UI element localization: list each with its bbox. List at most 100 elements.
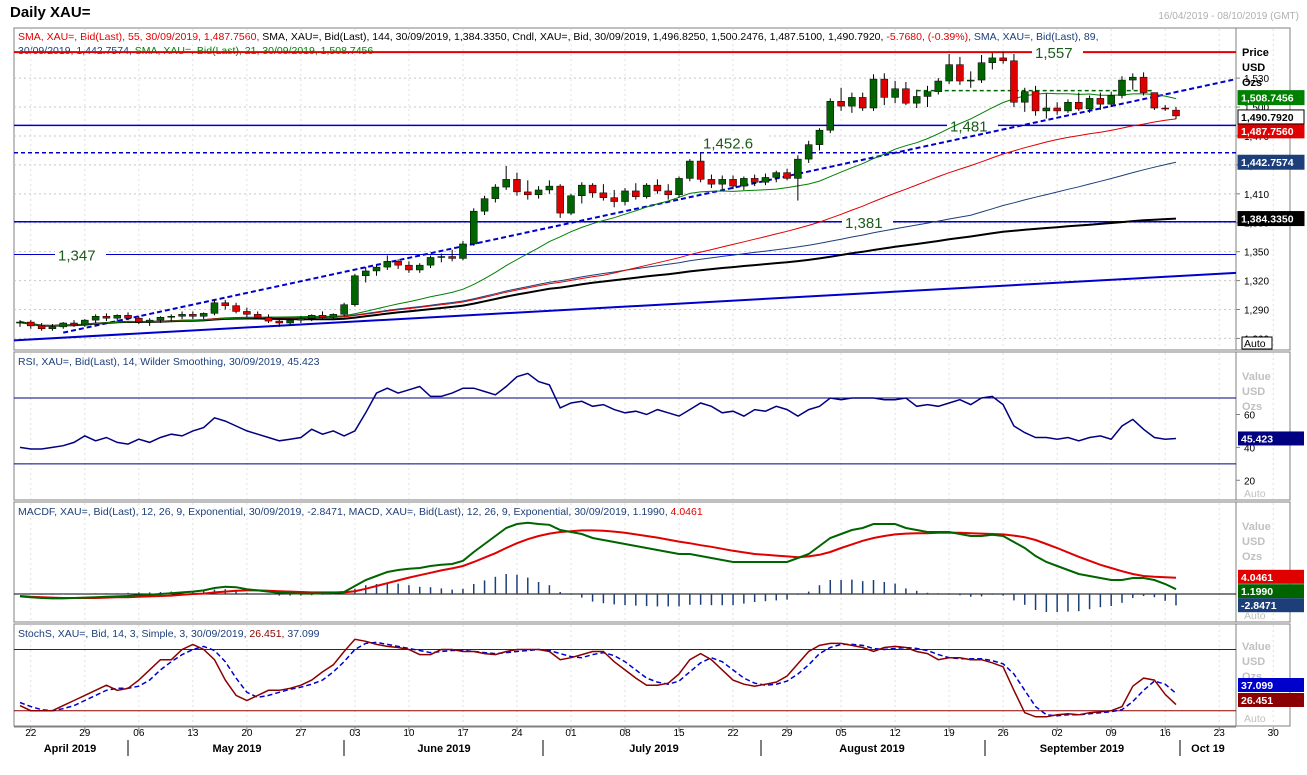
candle-bear	[588, 184, 597, 194]
price-legend-line1-part: -5.7680, (-0.39%),	[883, 31, 971, 43]
candle-bull	[794, 158, 802, 179]
candle-bear	[264, 316, 273, 322]
rsi-badge: 45.423	[1241, 433, 1273, 445]
x-month-label: June 2019	[417, 743, 470, 755]
candle-bear	[610, 197, 618, 202]
candle-bear	[664, 190, 672, 196]
candle-bear	[999, 57, 1007, 62]
candle-bull	[459, 243, 467, 259]
candle-bull	[297, 317, 305, 321]
candle-bear	[556, 185, 564, 214]
x-day-label: 27	[295, 728, 307, 739]
rsi-tick-label: 60	[1244, 410, 1256, 421]
candle-bull	[923, 91, 932, 97]
candle-bear	[750, 178, 759, 183]
candle-bull	[1064, 101, 1072, 112]
candle-bear	[1172, 109, 1180, 117]
macd-legend-part: MACD, XAU=, Bid(Last), 12, 26, 9, Expone…	[346, 506, 668, 518]
x-day-label: 29	[79, 728, 91, 739]
candle-bear	[135, 317, 143, 323]
candle-bull	[81, 319, 89, 326]
candle-bear	[1150, 92, 1159, 109]
candle-bull	[761, 177, 770, 183]
x-day-label: 16	[1160, 728, 1172, 739]
candle-bull	[59, 322, 67, 328]
price-axis-header: USD	[1242, 62, 1265, 74]
candle-bull	[826, 101, 835, 131]
rsi-tick-label: 20	[1244, 476, 1256, 487]
candle-bull	[156, 316, 165, 321]
candle-bull	[891, 88, 899, 98]
candle-bear	[1139, 76, 1148, 93]
stoch-legend-part: 37.099	[284, 628, 319, 640]
candle-bull	[372, 266, 381, 272]
x-day-label: 29	[782, 728, 794, 739]
candle-bull	[1118, 79, 1126, 96]
price-legend-line1-part: Cndl, XAU=, Bid, 30/09/2019, 1,496.8250,…	[510, 31, 884, 43]
stoch-axis-header: Value	[1242, 641, 1271, 653]
x-day-label: 12	[890, 728, 902, 739]
price-legend-line1-part: SMA, XAU=, Bid(Last), 55, 30/09/2019, 1,…	[18, 31, 259, 43]
candle-bear	[599, 192, 608, 198]
candle-bear	[632, 190, 640, 197]
x-day-label: 03	[349, 728, 361, 739]
candle-bull	[48, 326, 57, 330]
level-label-1347: 1,347	[58, 248, 96, 265]
macd-badge: 4.0461	[1241, 572, 1273, 584]
candle-bear	[275, 320, 284, 324]
badge-sma144: 1,384.3350	[1241, 214, 1294, 226]
candle-bear	[405, 264, 413, 271]
candle-bear	[956, 64, 964, 82]
panel-frame-macd	[13, 501, 1291, 623]
candle-bull	[848, 97, 856, 107]
price-tick-label: 1,350	[1244, 248, 1269, 259]
candle-bear	[1075, 101, 1083, 110]
candle-bear	[902, 88, 910, 104]
x-day-label: 26	[998, 728, 1010, 739]
candle-bear	[232, 305, 240, 312]
candle-bull	[470, 210, 478, 245]
candle-bull	[91, 316, 100, 321]
candle-bull	[988, 57, 997, 63]
candle-bull	[815, 129, 824, 145]
candle-bear	[1053, 107, 1061, 112]
candle-bull	[383, 261, 392, 268]
rsi-line	[19, 372, 1177, 450]
candle-bull	[491, 186, 500, 199]
x-day-label: 09	[1106, 728, 1118, 739]
price-legend-line1-text: SMA, XAU=, Bid(Last), 55, 30/09/2019, 1,…	[18, 31, 1099, 43]
x-day-label: 20	[241, 728, 253, 739]
badge-sma21: 1,508.7456	[1241, 93, 1294, 105]
macd-badge: 1.1990	[1241, 586, 1273, 598]
x-month-label: September 2019	[1040, 743, 1124, 755]
candle-bull	[16, 321, 24, 324]
candle-bear	[858, 97, 867, 109]
rsi-legend: RSI, XAU=, Bid(Last), 14, Wilder Smoothi…	[18, 356, 320, 368]
x-month-label: April 2019	[44, 743, 97, 755]
x-day-label: 13	[187, 728, 199, 739]
macd-signal-line	[19, 529, 1177, 599]
candle-bull	[286, 319, 294, 324]
candle-bull	[480, 198, 489, 212]
candle-bull	[415, 264, 424, 271]
rsi-axis-header: Value	[1242, 371, 1271, 383]
candle-bull	[210, 302, 219, 314]
level-label-1452: 1,452.6	[703, 136, 753, 153]
stoch-axis-header: USD	[1242, 656, 1265, 668]
x-day-label: 15	[673, 728, 685, 739]
sma-21-line	[19, 92, 1177, 327]
candle-bear	[318, 315, 327, 318]
stoch-k-line	[19, 638, 1177, 718]
badge-last-close: 1,490.7920	[1241, 112, 1294, 124]
candle-bear	[37, 325, 46, 330]
candle-bear	[696, 160, 705, 180]
chart-canvas[interactable]: SMA, XAU=, Bid(Last), 55, 30/09/2019, 1,…	[0, 0, 1307, 775]
price-legend-line2-text: 30/09/2019, 1,442.7574, SMA, XAU=, Bid(L…	[18, 45, 373, 57]
candle-bull	[351, 275, 359, 305]
price-tick-label: 1,530	[1244, 74, 1269, 85]
candle-bull	[145, 319, 154, 323]
candle-bull	[545, 185, 554, 191]
badge-sma89: 1,442.7574	[1241, 157, 1294, 169]
macd-legend-text: MACDF, XAU=, Bid(Last), 12, 26, 9, Expon…	[18, 506, 703, 518]
candle-bear	[221, 302, 230, 306]
